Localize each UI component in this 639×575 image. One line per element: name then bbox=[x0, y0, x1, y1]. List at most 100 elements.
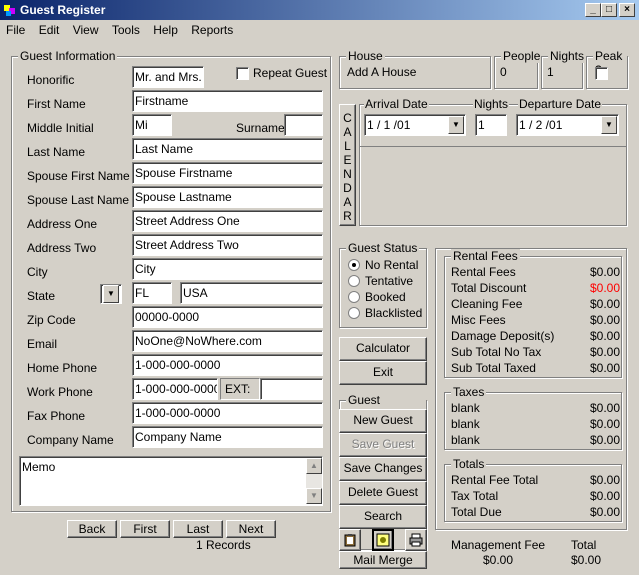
calendar-letter: C bbox=[343, 111, 352, 125]
home-phone-input[interactable]: 1-000-000-0000 bbox=[132, 354, 323, 376]
subtotal-taxed-label: Sub Total Taxed bbox=[451, 361, 536, 375]
next-button[interactable]: Next bbox=[226, 520, 276, 538]
calendar-letter: R bbox=[343, 209, 352, 223]
minimize-button[interactable]: _ bbox=[585, 3, 601, 17]
scroll-down-icon[interactable]: ▼ bbox=[306, 488, 322, 504]
state-label: State bbox=[27, 289, 56, 303]
tax-total-value: $0.00 bbox=[589, 489, 620, 503]
work-phone-input[interactable]: 1-000-000-0000 bbox=[132, 378, 218, 400]
management-fee-value: $0.00 bbox=[483, 553, 514, 567]
subtotal-taxed-value: $0.00 bbox=[589, 361, 620, 375]
menu-edit[interactable]: Edit bbox=[35, 20, 64, 40]
memo-textarea[interactable]: Memo bbox=[19, 456, 323, 506]
first-name-label: First Name bbox=[27, 97, 86, 111]
last-button[interactable]: Last bbox=[173, 520, 223, 538]
status-no-rental-radio[interactable] bbox=[348, 259, 360, 271]
company-name-label: Company Name bbox=[27, 433, 114, 447]
menu-help[interactable]: Help bbox=[149, 20, 182, 40]
nights-title: Nights bbox=[548, 49, 587, 63]
chevron-down-icon[interactable]: ▼ bbox=[103, 285, 119, 303]
clipboard-icon[interactable] bbox=[339, 529, 361, 551]
total-discount-value: $0.00 bbox=[589, 281, 620, 295]
tax-label: blank bbox=[451, 401, 480, 415]
mail-merge-button[interactable]: Mail Merge bbox=[339, 551, 427, 569]
status-blacklisted-radio[interactable] bbox=[348, 307, 360, 319]
country-input[interactable]: USA bbox=[180, 282, 323, 304]
surname-input[interactable] bbox=[284, 114, 323, 136]
repeat-guest-checkbox[interactable] bbox=[236, 67, 249, 80]
damage-deposit-value: $0.00 bbox=[589, 329, 620, 343]
state-input[interactable]: FL bbox=[132, 282, 172, 304]
first-name-input[interactable]: Firstname bbox=[132, 90, 323, 112]
taxes-title: Taxes bbox=[451, 385, 487, 399]
close-button[interactable]: × bbox=[619, 3, 635, 17]
state-dropdown[interactable]: ▼ bbox=[100, 284, 122, 304]
email-label: Email bbox=[27, 337, 58, 351]
work-phone-label: Work Phone bbox=[27, 385, 93, 399]
middle-initial-input[interactable]: Mi bbox=[132, 114, 172, 136]
people-value: 0 bbox=[500, 65, 507, 79]
city-input[interactable]: City bbox=[132, 258, 323, 280]
peak-checkbox[interactable] bbox=[595, 67, 608, 80]
divider bbox=[360, 146, 626, 147]
save-changes-button[interactable]: Save Changes bbox=[339, 457, 427, 481]
first-button[interactable]: First bbox=[120, 520, 170, 538]
delete-guest-button[interactable]: Delete Guest bbox=[339, 481, 427, 505]
new-guest-button[interactable]: New Guest bbox=[339, 409, 427, 433]
menu-reports[interactable]: Reports bbox=[187, 20, 237, 40]
middle-initial-label: Middle Initial bbox=[27, 121, 94, 135]
management-fee-label: Management Fee bbox=[451, 538, 546, 552]
house-value[interactable]: Add A House bbox=[347, 64, 416, 80]
arrival-date-label: Arrival Date bbox=[364, 96, 429, 112]
email-input[interactable]: NoOne@NoWhere.com bbox=[132, 330, 323, 352]
city-label: City bbox=[27, 265, 48, 279]
rental-fee-total-value: $0.00 bbox=[589, 473, 620, 487]
address-two-input[interactable]: Street Address Two bbox=[132, 234, 323, 256]
house-title: House bbox=[346, 49, 385, 63]
cleaning-fee-label: Cleaning Fee bbox=[451, 297, 523, 311]
printer-icon[interactable] bbox=[405, 529, 427, 551]
repeat-guest-label: Repeat Guest bbox=[253, 66, 328, 80]
fax-phone-label: Fax Phone bbox=[27, 409, 86, 423]
maximize-button[interactable]: □ bbox=[601, 3, 617, 17]
misc-fees-value: $0.00 bbox=[589, 313, 620, 327]
status-tentative-radio[interactable] bbox=[348, 275, 360, 287]
scroll-up-icon[interactable]: ▲ bbox=[306, 458, 322, 474]
calendar-button[interactable]: C A L E N D A R bbox=[339, 104, 356, 226]
menu-file[interactable]: File bbox=[2, 20, 29, 40]
status-booked-radio[interactable] bbox=[348, 291, 360, 303]
company-name-input[interactable]: Company Name bbox=[132, 426, 323, 448]
guest-information-title: Guest Information bbox=[18, 49, 118, 63]
zip-code-input[interactable]: 00000-0000 bbox=[132, 306, 323, 328]
window-title: Guest Register bbox=[20, 3, 106, 17]
exit-button[interactable]: Exit bbox=[339, 361, 427, 385]
ext-input[interactable] bbox=[260, 378, 323, 400]
title-bar[interactable]: Guest Register bbox=[0, 0, 639, 20]
status-no-rental-label: No Rental bbox=[365, 258, 419, 272]
save-guest-button[interactable]: Save Guest bbox=[339, 433, 427, 457]
status-blacklisted-label: Blacklisted bbox=[365, 306, 423, 320]
total-label: Total bbox=[571, 538, 597, 552]
menu-view[interactable]: View bbox=[69, 20, 103, 40]
spouse-first-name-input[interactable]: Spouse Firstname bbox=[132, 162, 323, 184]
honorific-input[interactable]: Mr. and Mrs. bbox=[132, 66, 204, 88]
status-tentative-label: Tentative bbox=[365, 274, 414, 288]
tax-value: $0.00 bbox=[589, 401, 620, 415]
tax-label: blank bbox=[451, 433, 480, 447]
search-button[interactable]: Search bbox=[339, 505, 427, 529]
calculator-button[interactable]: Calculator bbox=[339, 337, 427, 361]
chevron-down-icon[interactable]: ▼ bbox=[448, 116, 464, 134]
menu-bar: File Edit View Tools Help Reports bbox=[0, 20, 639, 40]
nights-input[interactable]: 1 bbox=[475, 114, 507, 136]
last-name-input[interactable]: Last Name bbox=[132, 138, 323, 160]
address-one-input[interactable]: Street Address One bbox=[132, 210, 323, 232]
fax-phone-input[interactable]: 1-000-000-0000 bbox=[132, 402, 323, 424]
back-button[interactable]: Back bbox=[67, 520, 117, 538]
spouse-last-name-input[interactable]: Spouse Lastname bbox=[132, 186, 323, 208]
nights-label: Nights bbox=[473, 96, 510, 112]
cleaning-fee-value: $0.00 bbox=[589, 297, 620, 311]
address-two-label: Address Two bbox=[27, 241, 97, 255]
menu-tools[interactable]: Tools bbox=[108, 20, 144, 40]
merge-document-icon[interactable] bbox=[372, 529, 394, 551]
chevron-down-icon[interactable]: ▼ bbox=[601, 116, 617, 134]
